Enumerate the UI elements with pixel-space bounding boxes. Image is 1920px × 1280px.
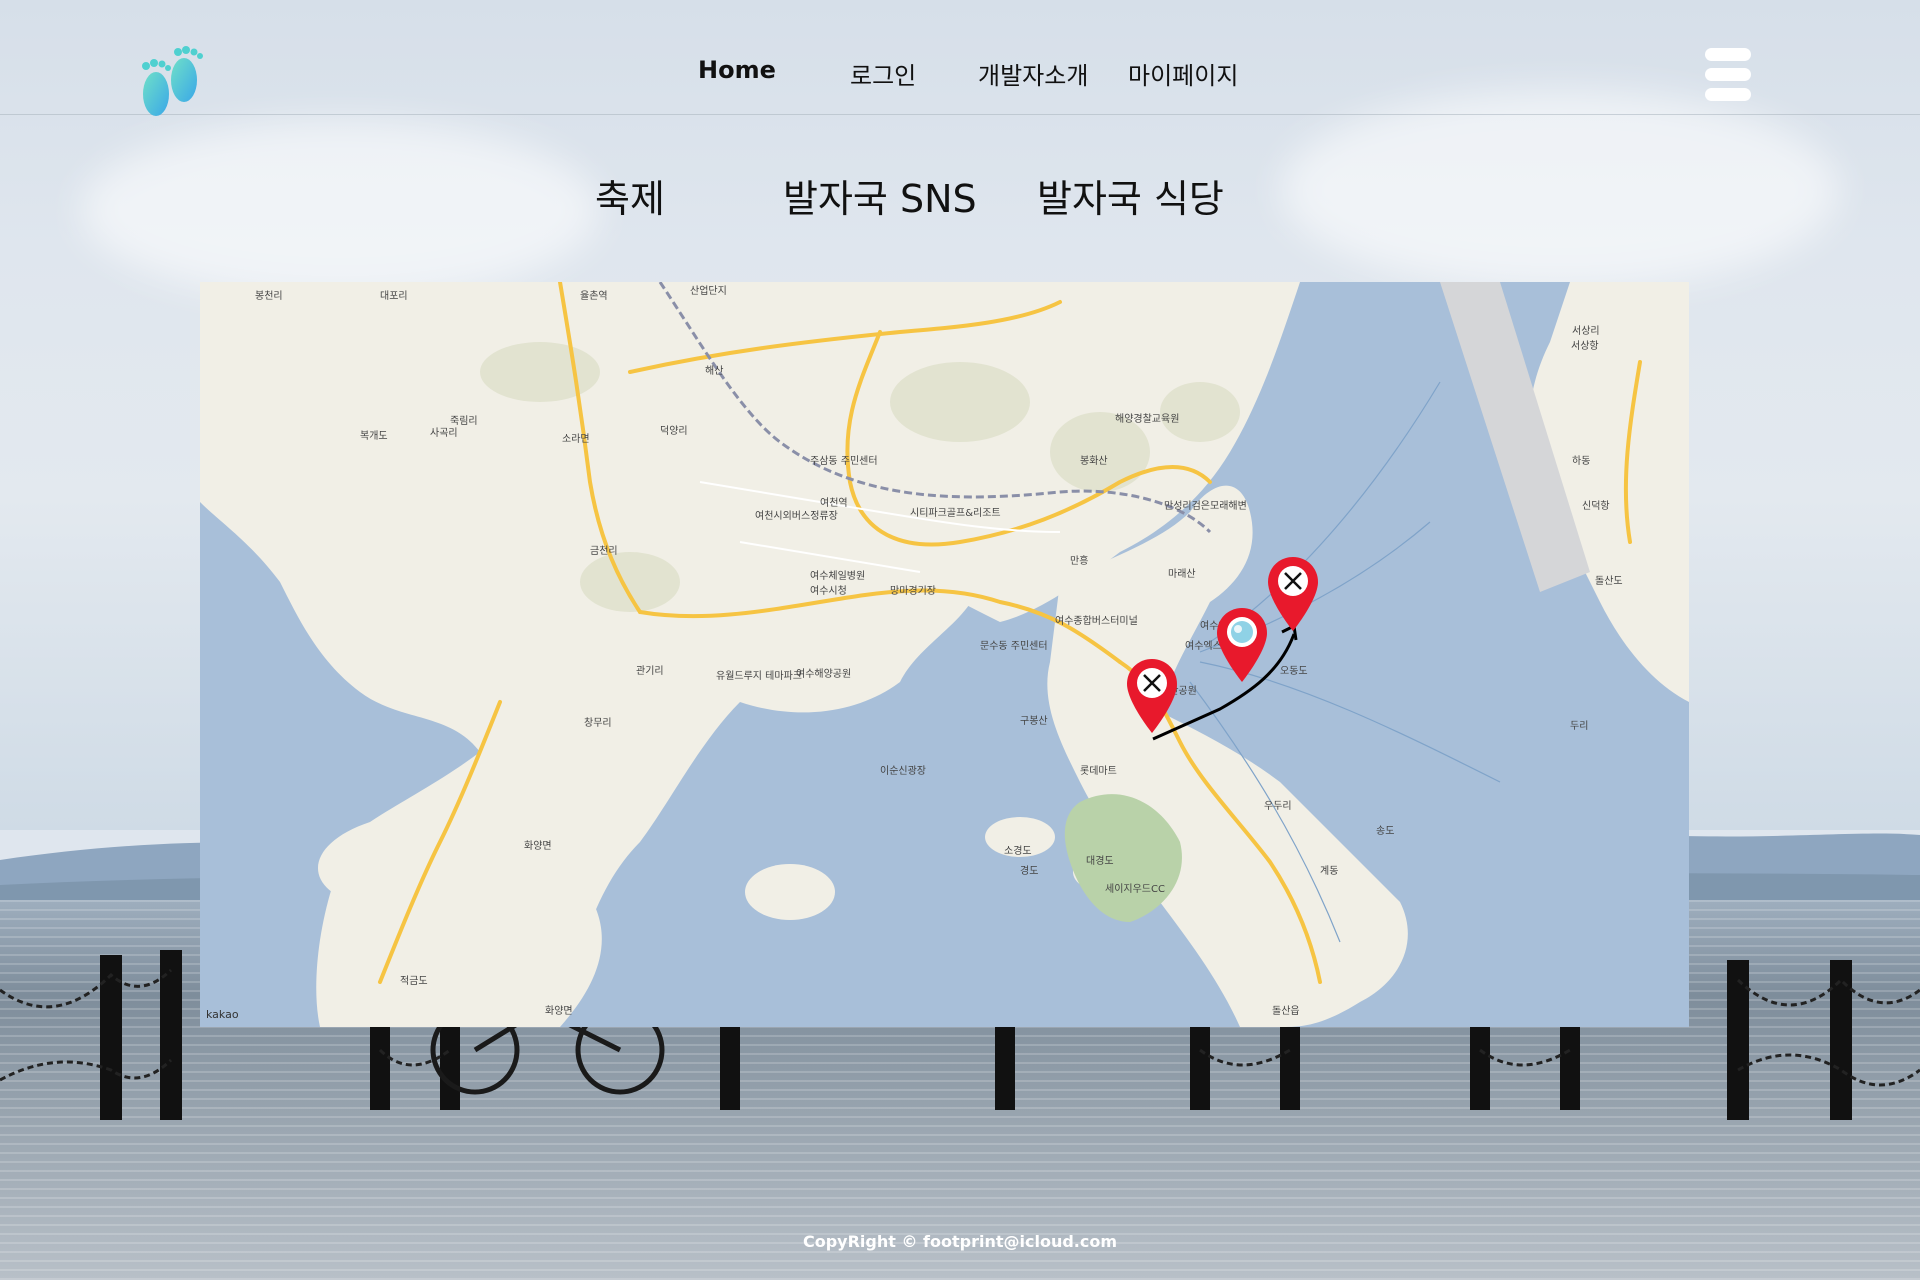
map-label: 망마경기장 (890, 586, 936, 597)
map-label: 구봉산 (1020, 716, 1048, 727)
map-label: 해산 (705, 366, 724, 377)
nav-home[interactable]: Home (698, 56, 776, 84)
map-label: 오동도 (1280, 666, 1308, 677)
cloud (1280, 90, 1840, 290)
tab-festival[interactable]: 축제 (595, 168, 665, 223)
map-label: 여수시청 (810, 586, 847, 597)
map-label: 롯데마트 (1080, 766, 1117, 777)
map-label: 시티파크골프&리조트 (910, 508, 1001, 519)
footprint-logo-icon[interactable] (134, 46, 216, 122)
map-label: 여천시외버스정류장 (755, 511, 838, 522)
map-label: 이순신광장 (880, 766, 926, 777)
map-label: 신덕항 (1582, 501, 1610, 512)
map-label: 두리 (1570, 721, 1589, 732)
map-label: 유월드루지 테마파크 (716, 671, 802, 682)
map-label: 산업단지 (690, 286, 727, 297)
map-label: 서상리 (1572, 326, 1600, 337)
map-label: 하동 (1572, 456, 1591, 467)
tab-footprint-sns[interactable]: 발자국 SNS (783, 168, 977, 223)
map-label: 우두리 (1264, 801, 1292, 812)
map-label: 여수종합버스터미널 (1055, 616, 1138, 627)
map-label: 만흥 (1070, 556, 1089, 567)
map-label: 서상항 (1571, 341, 1599, 352)
cloud (80, 120, 600, 300)
nav-mypage[interactable]: 마이페이지 (1128, 56, 1238, 91)
map-label: 돌산읍 (1272, 1006, 1300, 1017)
top-navigation-bar: Home 로그인 개발자소개 마이페이지 (0, 0, 1920, 116)
map-label: 마래산 (1168, 569, 1196, 580)
map-pin-sns[interactable] (1215, 606, 1269, 684)
map-label: 금천리 (590, 546, 618, 557)
map-label: 화양면 (524, 841, 552, 852)
map-label: 사곡리 (430, 428, 458, 439)
map-label: 화양면 (545, 1006, 573, 1017)
map-label: 덕양리 (660, 426, 688, 437)
map-label: 관기리 (636, 666, 664, 677)
map-label: 계동 (1320, 866, 1339, 877)
hamburger-menu-icon[interactable] (1705, 46, 1751, 102)
map-label: 복개도 (360, 431, 388, 442)
nav-developers[interactable]: 개발자소개 (978, 56, 1088, 91)
map-label: 여수해양공원 (796, 669, 852, 680)
map-label: 만성리검은모래해변 (1164, 501, 1247, 512)
map-label: 봉화산 (1080, 456, 1108, 467)
map-pin-restaurant[interactable] (1266, 555, 1320, 633)
map-label: 창무리 (584, 718, 612, 729)
map-label: 경도 (1020, 866, 1039, 877)
map-label: 적금도 (400, 976, 428, 987)
footer-copyright: CopyRight © footprint@icloud.com (802, 1232, 1118, 1251)
map-label: 봉천리 (255, 291, 283, 302)
map-attribution: kakao (206, 1008, 239, 1021)
map-label: 돌산도 (1595, 576, 1623, 587)
map-label: 율촌역 (580, 291, 608, 302)
map-label: 문수동 주민센터 (980, 641, 1048, 652)
map-label: 세이지우드CC (1105, 884, 1165, 895)
map-label: 소라면 (562, 434, 590, 445)
sns-photo-icon (1231, 621, 1253, 643)
map-label: 소경도 (1004, 846, 1032, 857)
map-label: 해양경찰교육원 (1115, 414, 1180, 425)
map-label: 여수체일병원 (810, 571, 866, 582)
map-pin-restaurant[interactable] (1125, 657, 1179, 735)
map-label: 주삼동 주민센터 (810, 456, 878, 467)
map-label: 대경도 (1086, 856, 1114, 867)
map-label: 송도 (1376, 826, 1395, 837)
map-view[interactable]: 봉천리 대포리 산업단지 율촌역 해산 덕양리 소라면 죽림리 복개도 사곡리 … (200, 282, 1689, 1027)
nav-login[interactable]: 로그인 (850, 56, 916, 91)
map-label: 대포리 (380, 291, 408, 302)
map-canvas[interactable] (200, 282, 1689, 1027)
tab-footprint-restaurant[interactable]: 발자국 식당 (1037, 168, 1224, 223)
